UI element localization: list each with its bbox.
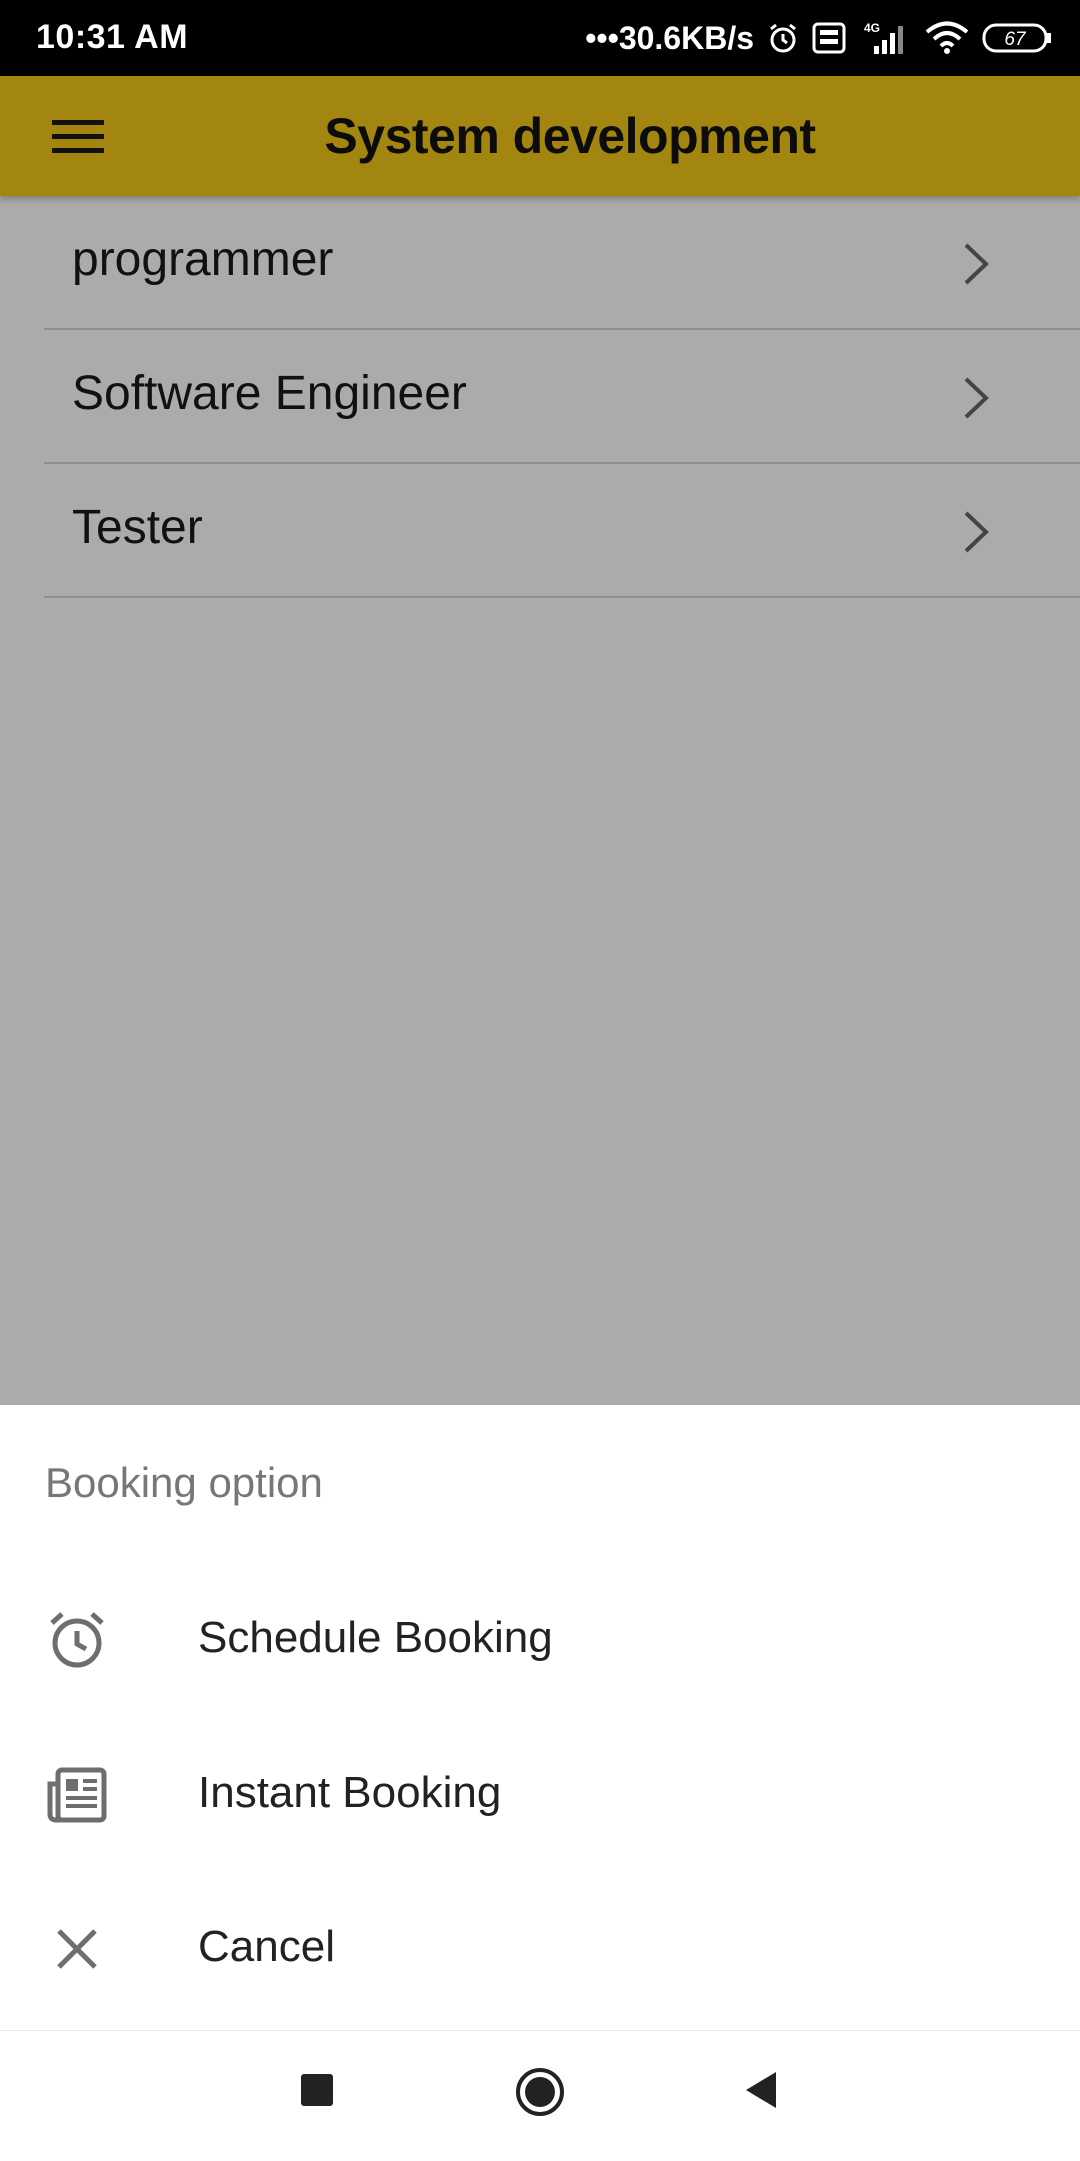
status-time: 10:31 AM: [36, 18, 189, 56]
chevron-right-icon: [964, 243, 989, 285]
menu-button[interactable]: [30, 106, 126, 166]
close-icon: [57, 1929, 97, 1969]
chevron-right-icon: [964, 377, 989, 419]
alarm-status-icon: [770, 23, 796, 53]
svg-text:67: 67: [1004, 29, 1027, 50]
recents-icon[interactable]: [297, 2066, 337, 2106]
system-navigation-bar: [0, 2030, 1080, 2161]
list-item[interactable]: Tester: [44, 464, 1080, 598]
svg-text:4G: 4G: [864, 21, 880, 35]
status-icons: •••30.6KB/s 4G 67: [585, 14, 1052, 62]
cellular-signal-icon: 4G: [864, 21, 903, 54]
schedule-booking-label: Schedule Booking: [198, 1613, 553, 1662]
list-item[interactable]: programmer: [44, 196, 1080, 330]
wifi-icon: [925, 21, 969, 54]
home-icon[interactable]: [514, 2066, 566, 2118]
battery-icon: 67: [982, 23, 1051, 53]
status-bar: 10:31 AM •••30.6KB/s 4G 67: [0, 0, 1080, 76]
category-list: programmer Software Engineer Tester: [0, 196, 1080, 598]
page-title: System development: [324, 108, 816, 164]
schedule-booking-option[interactable]: Schedule Booking: [0, 1563, 1080, 1713]
hamburger-menu-icon: [52, 120, 104, 153]
list-item[interactable]: Software Engineer: [44, 330, 1080, 464]
newspaper-icon: [47, 1767, 107, 1823]
instant-booking-option[interactable]: Instant Booking: [0, 1718, 1080, 1868]
instant-booking-label: Instant Booking: [198, 1768, 502, 1817]
cancel-label: Cancel: [198, 1922, 335, 1971]
sheet-title: Booking option: [45, 1459, 323, 1506]
list-item-label: Software Engineer: [72, 367, 467, 420]
back-icon[interactable]: [740, 2066, 784, 2114]
chevron-right-icon: [964, 511, 989, 553]
app-bar: System development: [0, 76, 1080, 196]
network-speed: •••30.6KB/s: [585, 19, 754, 56]
list-item-label: programmer: [72, 233, 334, 286]
alarm-clock-icon: [50, 1612, 104, 1668]
cancel-option[interactable]: Cancel: [0, 1872, 1080, 2022]
list-item-label: Tester: [72, 501, 203, 554]
volte-icon: [812, 22, 846, 54]
